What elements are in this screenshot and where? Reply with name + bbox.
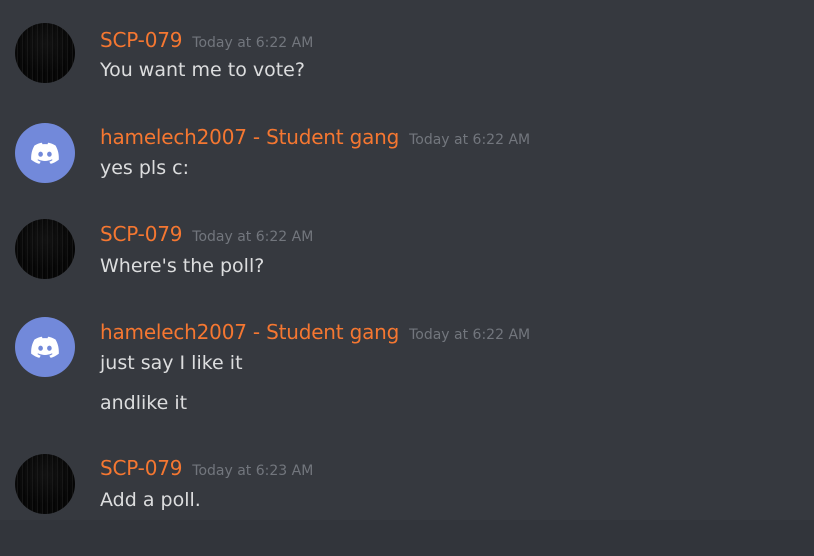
message-header: hamelech2007 - Student gang Today at 6:22… xyxy=(100,125,530,149)
avatar[interactable] xyxy=(15,317,75,377)
message-header: SCP-079 Today at 6:22 AM xyxy=(100,28,313,52)
username[interactable]: hamelech2007 - Student gang xyxy=(100,125,399,149)
avatar[interactable] xyxy=(15,123,75,183)
message-text: You want me to vote? xyxy=(100,59,305,81)
message-text: just say I like it xyxy=(100,352,243,374)
message-list-bottom xyxy=(0,520,814,556)
timestamp: Today at 6:22 AM xyxy=(409,327,531,343)
username[interactable]: SCP-079 xyxy=(100,222,182,246)
timestamp: Today at 6:22 AM xyxy=(192,229,314,245)
message-header: SCP-079 Today at 6:23 AM xyxy=(100,456,313,480)
timestamp: Today at 6:22 AM xyxy=(409,132,531,148)
discord-logo-icon xyxy=(31,142,59,164)
username[interactable]: SCP-079 xyxy=(100,456,182,480)
message-text: yes pls c: xyxy=(100,157,189,179)
chat-messages: SCP-079 Today at 6:22 AM You want me to v… xyxy=(0,0,814,556)
message-header: SCP-079 Today at 6:22 AM xyxy=(100,222,313,246)
message-text: Add a poll. xyxy=(100,489,201,511)
message-text: andlike it xyxy=(100,392,188,414)
avatar[interactable] xyxy=(15,454,75,514)
message-text: Where's the poll? xyxy=(100,255,265,277)
avatar[interactable] xyxy=(15,219,75,279)
username[interactable]: hamelech2007 - Student gang xyxy=(100,320,399,344)
discord-logo-icon xyxy=(31,336,59,358)
avatar[interactable] xyxy=(15,23,75,83)
timestamp: Today at 6:22 AM xyxy=(192,35,314,51)
message-header: hamelech2007 - Student gang Today at 6:22… xyxy=(100,320,530,344)
username[interactable]: SCP-079 xyxy=(100,28,182,52)
timestamp: Today at 6:23 AM xyxy=(192,463,314,479)
